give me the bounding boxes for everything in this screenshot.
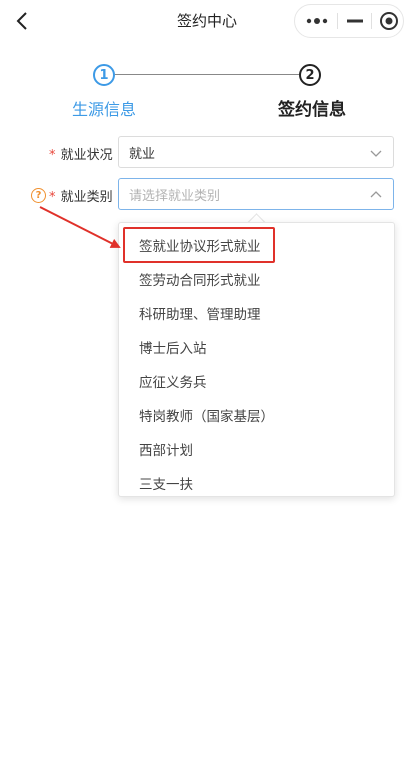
annotation-arrow bbox=[39, 206, 121, 248]
